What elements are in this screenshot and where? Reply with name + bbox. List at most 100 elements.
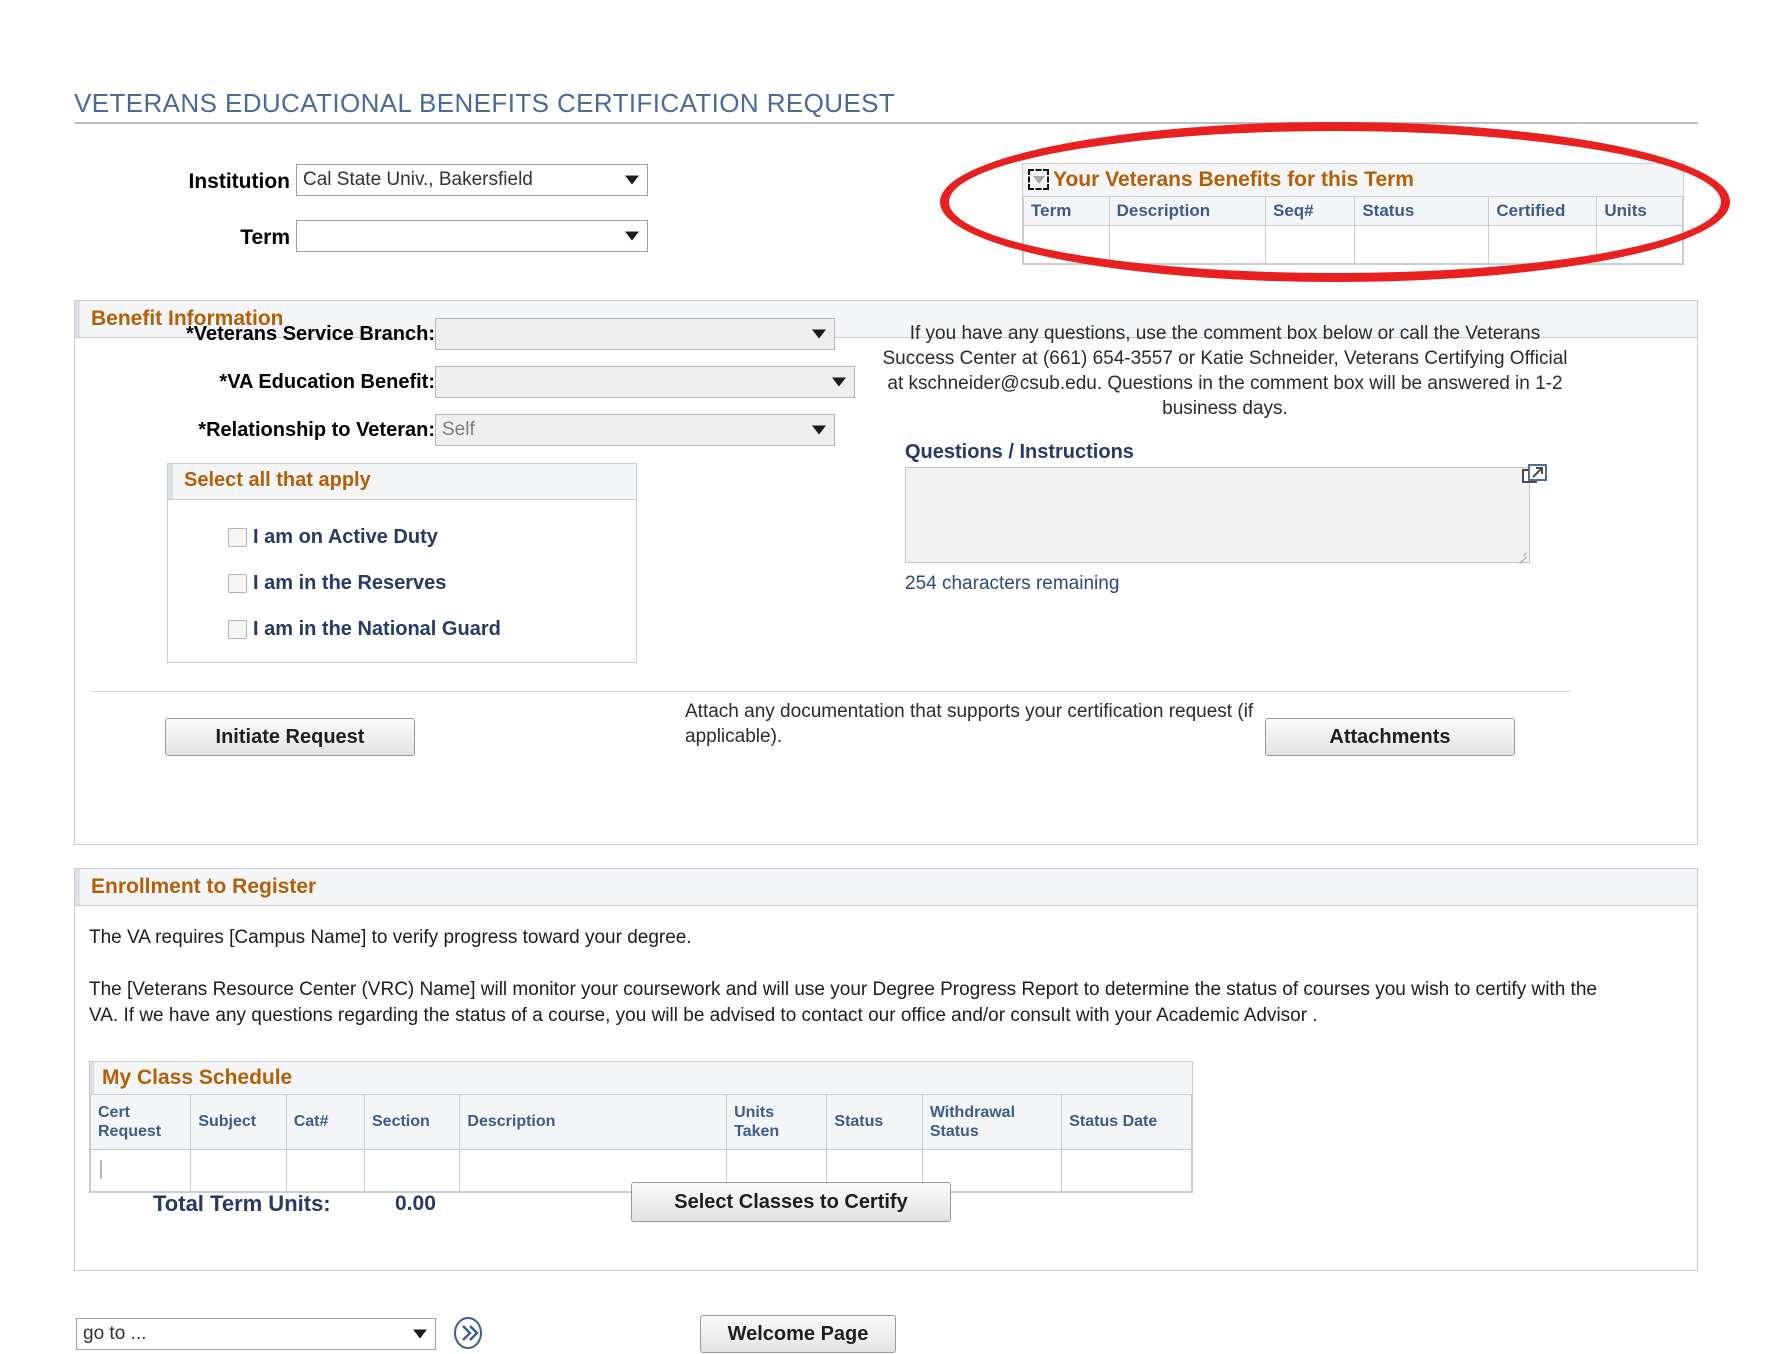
enrollment-paragraph-2: The [Veterans Resource Center (VRC) Name… xyxy=(89,977,1619,1029)
va-education-benefit-select-box xyxy=(435,366,855,398)
column-header-term: Term xyxy=(1024,197,1110,226)
go-to-chevrons-right-icon[interactable] xyxy=(452,1317,484,1349)
select-all-that-apply-header: Select all that apply xyxy=(168,464,636,500)
cell-description xyxy=(1109,226,1265,264)
checkbox-row-national-guard[interactable]: I am in the National Guard xyxy=(228,618,501,641)
column-header-units-taken: Units Taken xyxy=(727,1095,827,1149)
veterans-benefits-title: Your Veterans Benefits for this Term xyxy=(1053,168,1414,192)
cell-cert-request[interactable] xyxy=(91,1149,191,1191)
checkbox-row-reserves[interactable]: I am in the Reserves xyxy=(228,572,446,595)
select-classes-to-certify-button[interactable]: Select Classes to Certify xyxy=(631,1182,951,1222)
cell-subject xyxy=(191,1149,286,1191)
column-header-status-date: Status Date xyxy=(1062,1095,1192,1149)
attachment-help-text: Attach any documentation that supports y… xyxy=(685,699,1285,749)
checkbox-reserves[interactable] xyxy=(228,574,247,593)
checkbox-active-duty[interactable] xyxy=(228,528,247,547)
chevron-down-icon xyxy=(625,176,639,185)
column-header-cert-request: Cert Request xyxy=(91,1095,191,1149)
characters-remaining-text: 254 characters remaining xyxy=(905,573,1119,595)
cell-units xyxy=(1597,226,1683,264)
cell-cat xyxy=(286,1149,364,1191)
cell-certified xyxy=(1489,226,1597,264)
cell-status xyxy=(1355,226,1489,264)
checkbox-national-guard[interactable] xyxy=(228,620,247,639)
column-header-description: Description xyxy=(460,1095,727,1149)
column-header-status: Status xyxy=(1355,197,1489,226)
va-education-benefit-select[interactable] xyxy=(435,366,855,398)
questions-instructions-textarea[interactable] xyxy=(905,467,1530,563)
column-header-description: Description xyxy=(1109,197,1265,226)
term-select-box xyxy=(296,220,648,252)
cell-term xyxy=(1024,226,1110,264)
go-to-select-value: go to ... xyxy=(83,1323,146,1345)
term-select[interactable] xyxy=(296,220,648,252)
chevron-down-icon xyxy=(812,426,826,435)
checkbox-row-active-duty[interactable]: I am on Active Duty xyxy=(228,526,438,549)
header-accent-bar xyxy=(75,869,80,905)
title-divider xyxy=(74,122,1698,124)
relationship-to-veteran-label: *Relationship to Veteran: xyxy=(115,419,435,442)
institution-select[interactable]: Cal State Univ., Bakersfield xyxy=(296,164,648,196)
column-header-status: Status xyxy=(827,1095,922,1149)
institution-label: Institution xyxy=(120,170,290,194)
go-to-select[interactable]: go to ... xyxy=(76,1318,436,1350)
checkbox-label-active-duty: I am on Active Duty xyxy=(253,526,438,549)
help-text: If you have any questions, use the comme… xyxy=(875,321,1575,421)
veterans-service-branch-select-box xyxy=(435,318,835,350)
chevron-down-icon xyxy=(832,378,846,387)
term-label: Term xyxy=(120,226,290,250)
veterans-benefits-grid: Your Veterans Benefits for this Term Ter… xyxy=(1022,163,1684,265)
column-header-section: Section xyxy=(365,1095,460,1149)
my-class-schedule-grid: My Class Schedule Cert Request Subject C… xyxy=(89,1061,1193,1193)
total-term-units-label: Total Term Units: xyxy=(153,1191,331,1217)
veterans-benefits-header: Your Veterans Benefits for this Term xyxy=(1023,164,1683,197)
questions-instructions-label: Questions / Instructions xyxy=(905,441,1134,464)
chevron-down-icon xyxy=(413,1330,427,1339)
enrollment-to-register-title: Enrollment to Register xyxy=(91,875,316,899)
checkbox-cert-request[interactable] xyxy=(100,1160,102,1179)
total-term-units-value: 0.00 xyxy=(395,1192,436,1216)
initiate-request-button[interactable]: Initiate Request xyxy=(165,718,415,756)
header-accent-bar xyxy=(75,301,80,337)
select-all-that-apply-group: Select all that apply I am on Active Dut… xyxy=(167,463,637,663)
cell-seq xyxy=(1265,226,1354,264)
attachments-button[interactable]: Attachments xyxy=(1265,718,1515,756)
table-header-row: Cert Request Subject Cat# Section Descri… xyxy=(91,1095,1192,1149)
column-header-units: Units xyxy=(1597,197,1683,226)
veterans-service-branch-label: *Veterans Service Branch: xyxy=(115,323,435,346)
select-all-that-apply-title: Select all that apply xyxy=(184,469,371,492)
chevron-down-icon xyxy=(625,232,639,241)
resize-handle-icon[interactable] xyxy=(1515,548,1527,560)
relationship-to-veteran-value: Self xyxy=(442,419,475,441)
table-row xyxy=(1024,226,1683,264)
collapse-triangle-icon[interactable] xyxy=(1028,169,1049,190)
benefit-panel-divider xyxy=(91,691,1571,692)
my-class-schedule-title: My Class Schedule xyxy=(102,1066,292,1090)
expand-popup-icon[interactable] xyxy=(1522,464,1548,488)
my-class-schedule-header: My Class Schedule xyxy=(90,1062,1192,1095)
chevron-down-icon xyxy=(812,330,826,339)
welcome-page-button[interactable]: Welcome Page xyxy=(700,1315,896,1353)
relationship-to-veteran-select-box xyxy=(435,414,835,446)
page-title: VETERANS EDUCATIONAL BENEFITS CERTIFICAT… xyxy=(74,88,895,119)
my-class-schedule-table: Cert Request Subject Cat# Section Descri… xyxy=(90,1095,1192,1192)
benefit-information-panel: Benefit Information *Veterans Service Br… xyxy=(74,300,1698,845)
header-accent-bar xyxy=(90,1062,94,1094)
table-header-row: Term Description Seq# Status Certified U… xyxy=(1024,197,1683,226)
enrollment-to-register-header: Enrollment to Register xyxy=(75,869,1697,906)
checkbox-label-reserves: I am in the Reserves xyxy=(253,572,446,595)
column-header-cat: Cat# xyxy=(286,1095,364,1149)
enrollment-to-register-panel: Enrollment to Register The VA requires [… xyxy=(74,868,1698,1271)
column-header-subject: Subject xyxy=(191,1095,286,1149)
column-header-withdrawal-status: Withdrawal Status xyxy=(922,1095,1061,1149)
header-accent-bar xyxy=(168,464,173,499)
cell-section xyxy=(365,1149,460,1191)
cell-status-date xyxy=(1062,1149,1192,1191)
column-header-certified: Certified xyxy=(1489,197,1597,226)
relationship-to-veteran-select[interactable]: Self xyxy=(435,414,835,446)
column-header-seq: Seq# xyxy=(1265,197,1354,226)
veterans-service-branch-select[interactable] xyxy=(435,318,835,350)
va-education-benefit-label: *VA Education Benefit: xyxy=(115,371,435,394)
enrollment-paragraph-1: The VA requires [Campus Name] to verify … xyxy=(89,927,692,949)
veterans-benefits-table: Term Description Seq# Status Certified U… xyxy=(1023,197,1683,264)
